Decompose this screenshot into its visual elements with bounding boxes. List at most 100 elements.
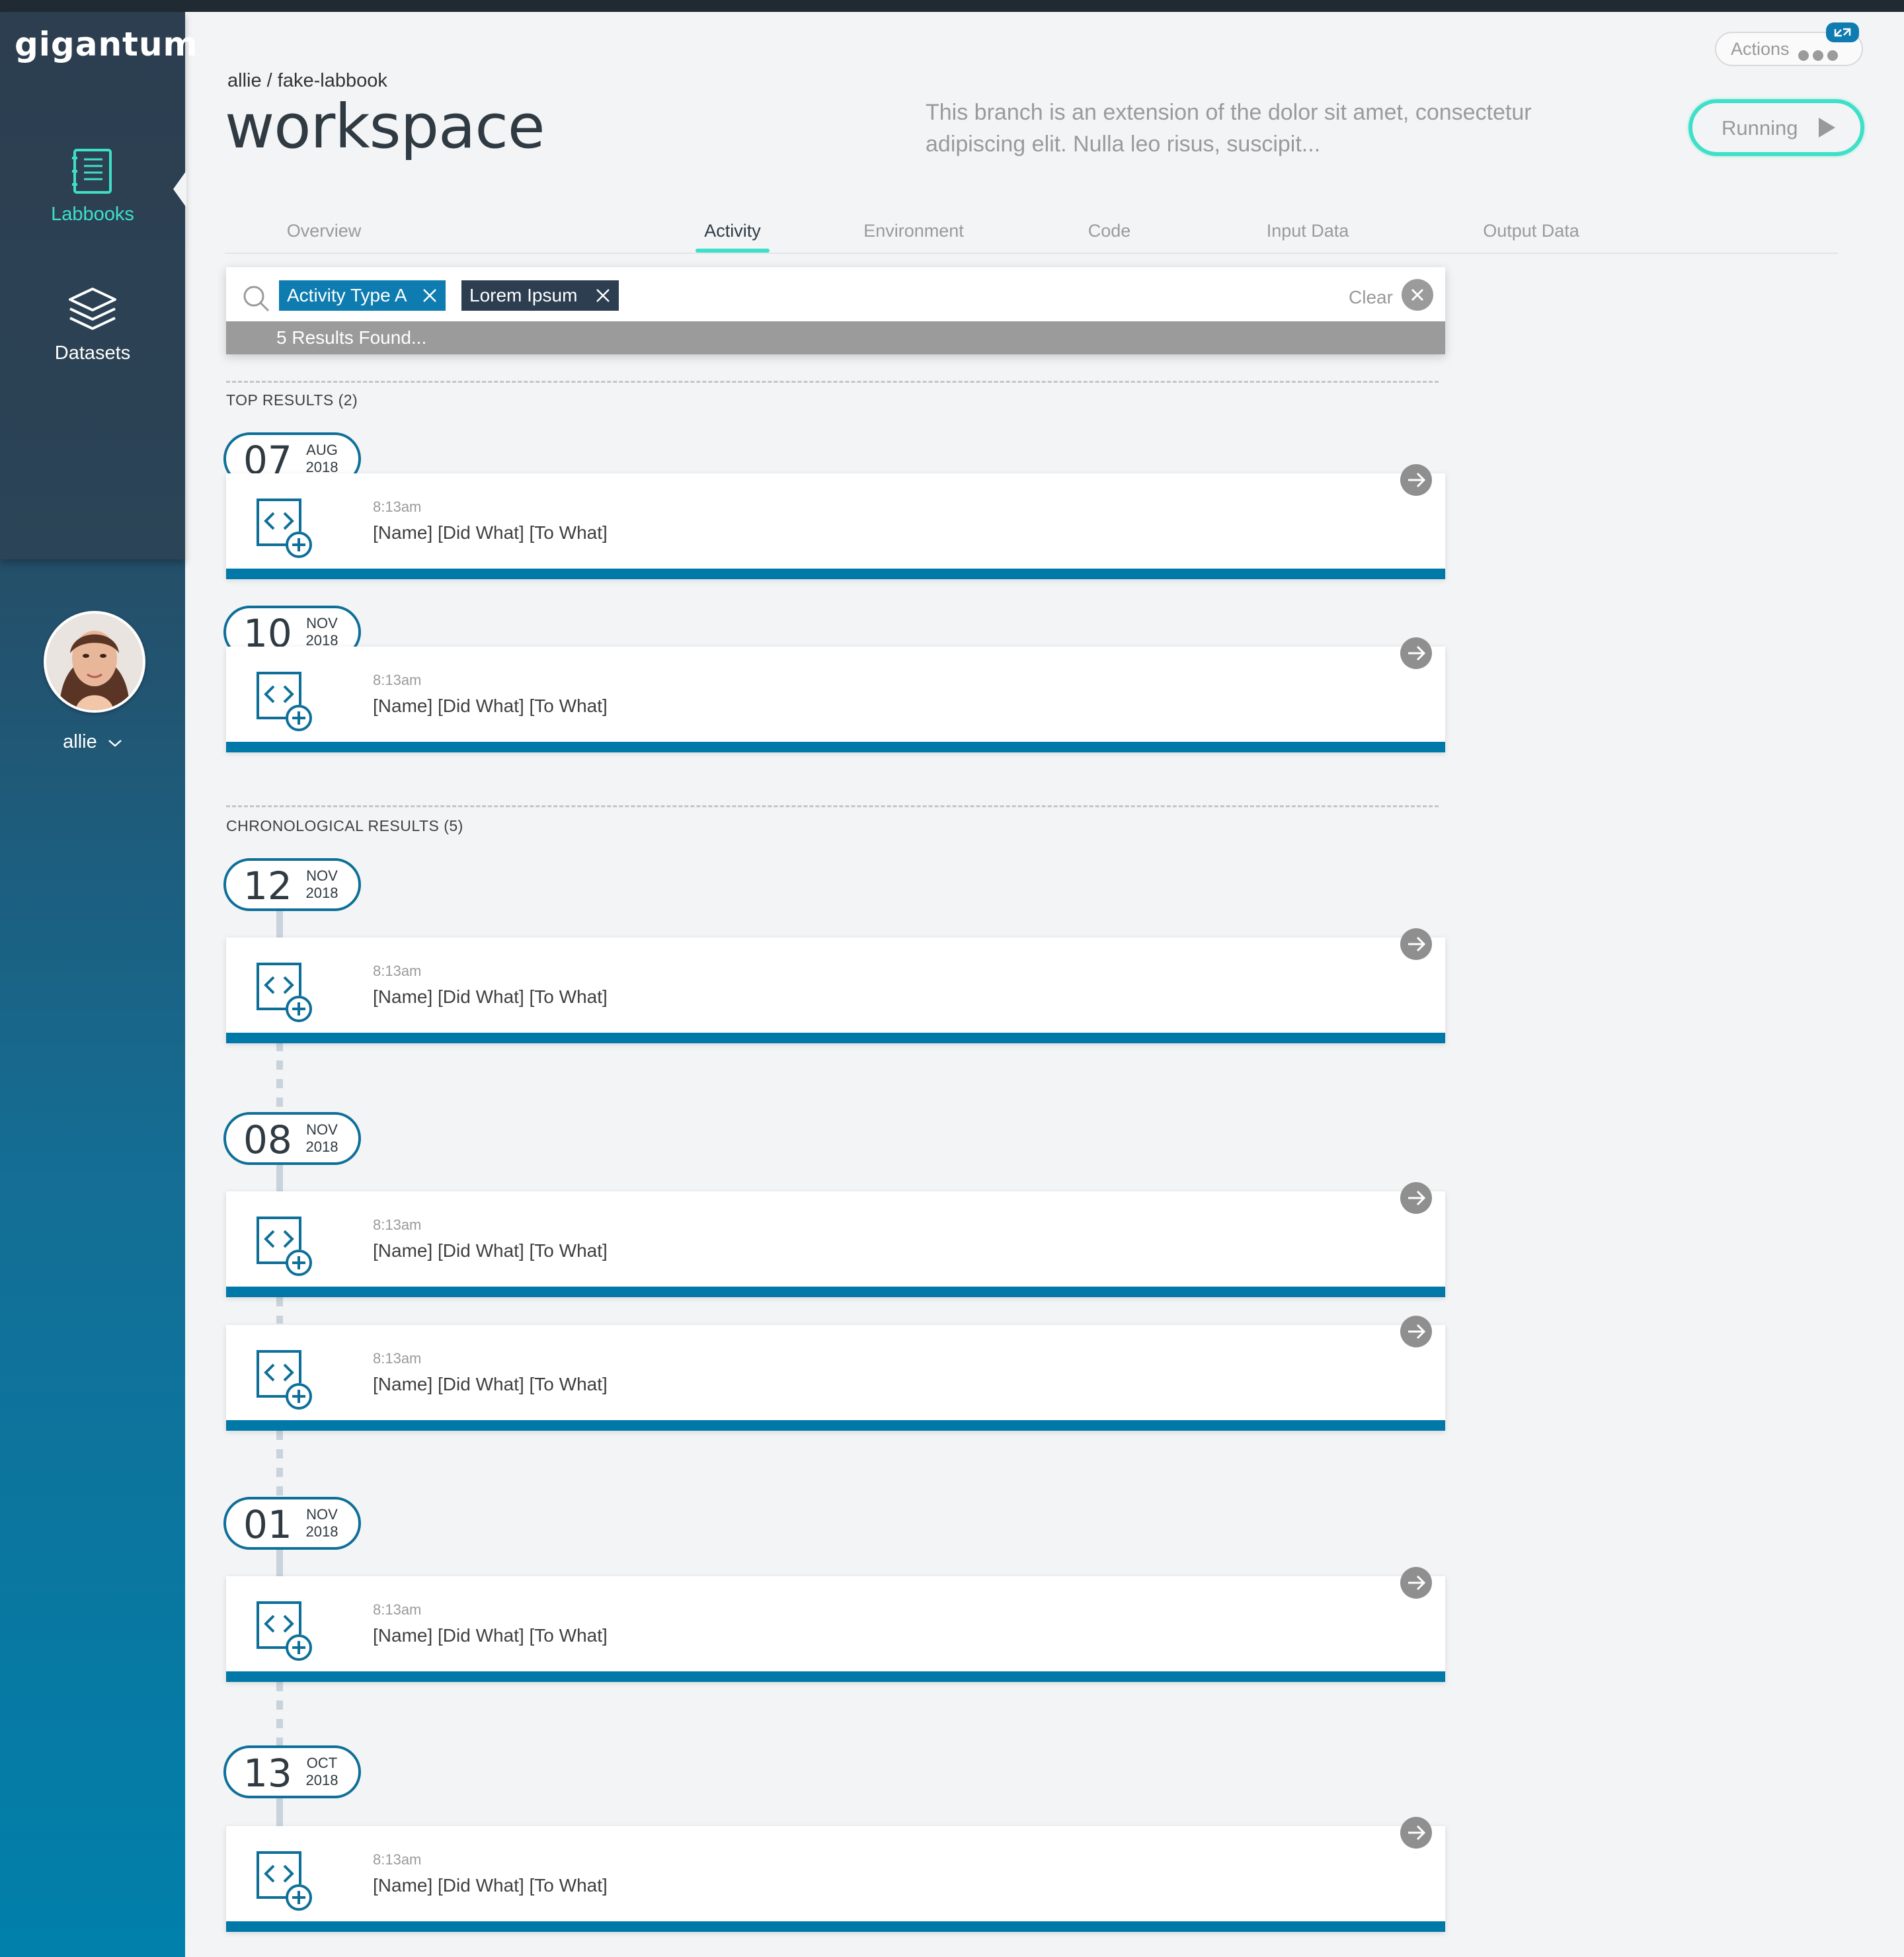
date-month: OCT [306, 1755, 338, 1771]
results-count: 5 Results Found... [276, 327, 427, 348]
date-badge: 08 NOV 2018 [223, 1112, 361, 1165]
date-badge: 13 OCT 2018 [223, 1745, 361, 1798]
section-divider [226, 381, 1439, 383]
close-icon [1411, 288, 1424, 301]
chevron-down-icon [108, 740, 122, 747]
activity-time: 8:13am [373, 963, 422, 979]
code-add-icon [257, 1601, 312, 1661]
filter-chip-label: Activity Type A [287, 285, 407, 305]
active-tab-indicator [695, 249, 770, 253]
open-arrow-button[interactable] [1400, 1182, 1432, 1214]
date-year: 2018 [305, 1772, 338, 1788]
clear-filters-button[interactable] [1402, 279, 1433, 311]
activity-card[interactable]: 8:13am [Name] [Did What] [To What] [226, 637, 1445, 752]
labbook-tabs: Overview Activity Environment Code Input… [225, 218, 1838, 254]
activity-card[interactable]: 8:13am [Name] [Did What] [To What] [226, 1567, 1445, 1682]
results-count-bar: 5 Results Found... [226, 321, 1445, 354]
timeline-connector [276, 1431, 283, 1497]
more-dots-icon [1798, 45, 1842, 65]
clear-filters-link[interactable]: Clear [1349, 287, 1393, 308]
activity-search-bar[interactable]: Activity Type A Lorem Ipsum Clear 5 Resu… [226, 267, 1445, 354]
open-arrow-button[interactable] [1400, 928, 1432, 960]
arrow-right-icon [1408, 936, 1426, 952]
timeline-connector [276, 1161, 283, 1193]
expand-icon[interactable] [1826, 22, 1859, 42]
sidebar-item-datasets[interactable]: Datasets [0, 286, 185, 364]
date-year: 2018 [305, 1138, 338, 1155]
activity-description: [Name] [Did What] [To What] [373, 986, 608, 1007]
breadcrumb-separator: / [266, 70, 272, 91]
open-arrow-button[interactable] [1400, 637, 1432, 669]
activity-time: 8:13am [373, 672, 422, 688]
play-icon [1819, 118, 1835, 138]
activity-card[interactable]: 8:13am [Name] [Did What] [To What] [226, 1182, 1445, 1297]
avatar[interactable] [44, 611, 145, 713]
code-add-icon [257, 1217, 312, 1276]
arrow-right-icon [1408, 645, 1426, 661]
window-top-bar [0, 0, 1904, 12]
sidebar-item-label: Labbooks [51, 204, 134, 225]
filter-chip-label: Lorem Ipsum [469, 285, 578, 305]
tab-input-data[interactable]: Input Data [1242, 221, 1374, 241]
timeline-connector [276, 1796, 283, 1827]
activity-card[interactable]: 8:13am [Name] [Did What] [To What] [226, 928, 1445, 1043]
activity-card[interactable]: 8:13am [Name] [Did What] [To What] [226, 464, 1445, 579]
timeline-connector [276, 1682, 283, 1748]
filter-chip[interactable]: Lorem Ipsum [461, 280, 619, 311]
container-status-button[interactable]: Running [1688, 99, 1864, 156]
close-icon[interactable] [595, 288, 611, 303]
activity-description: [Name] [Did What] [To What] [373, 1374, 608, 1394]
breadcrumb: allie / fake-labbook [227, 70, 387, 92]
sidebar-item-labbooks[interactable]: Labbooks [0, 147, 185, 225]
gigantum-logo[interactable]: gigantum [15, 25, 198, 63]
tab-output-data[interactable]: Output Data [1458, 221, 1604, 241]
arrow-right-icon [1408, 1575, 1426, 1591]
activity-time: 8:13am [373, 1601, 422, 1618]
actions-label: Actions [1731, 39, 1790, 59]
date-year: 2018 [305, 1523, 338, 1540]
date-month: NOV [306, 867, 338, 884]
tab-overview[interactable]: Overview [271, 221, 377, 241]
arrow-right-icon [1408, 1190, 1426, 1206]
breadcrumb-owner[interactable]: allie [227, 70, 262, 91]
date-day: 12 [243, 863, 292, 908]
user-menu[interactable]: allie [0, 731, 185, 753]
date-badge: 01 NOV 2018 [223, 1497, 361, 1550]
timeline-connector [276, 1042, 283, 1111]
code-add-icon [257, 672, 312, 731]
open-arrow-button[interactable] [1400, 1817, 1432, 1849]
activity-time: 8:13am [373, 1217, 422, 1233]
date-day: 08 [243, 1117, 292, 1162]
date-month: NOV [306, 615, 338, 631]
activity-card[interactable]: 8:13am [Name] [Did What] [To What] [226, 1316, 1445, 1431]
section-divider [226, 805, 1439, 807]
timeline-connector [276, 1297, 283, 1324]
code-add-icon [257, 499, 312, 558]
search-icon [243, 286, 270, 312]
activity-description: [Name] [Did What] [To What] [373, 1240, 608, 1261]
open-arrow-button[interactable] [1400, 1316, 1432, 1347]
close-icon[interactable] [422, 288, 438, 303]
active-nav-indicator [173, 171, 186, 208]
activity-description: [Name] [Did What] [To What] [373, 522, 608, 543]
chronological-results-heading: CHRONOLOGICAL RESULTS (5) [226, 817, 463, 834]
filter-chip[interactable]: Activity Type A [279, 280, 446, 311]
page-title: workspace [225, 91, 545, 162]
open-arrow-button[interactable] [1400, 1567, 1432, 1599]
open-arrow-button[interactable] [1400, 464, 1432, 496]
sidebar-nav-panel: gigantum Labbooks Datasets [0, 12, 198, 559]
breadcrumb-labbook[interactable]: fake-labbook [278, 70, 387, 91]
branch-description: This branch is an extension of the dolor… [926, 100, 1532, 157]
activity-card[interactable]: 8:13am [Name] [Did What] [To What] [226, 1817, 1445, 1932]
tab-activity[interactable]: Activity [680, 221, 785, 241]
labbook-icon [72, 149, 112, 194]
tab-environment[interactable]: Environment [834, 221, 993, 241]
date-day: 01 [243, 1502, 292, 1547]
tab-code[interactable]: Code [1070, 221, 1149, 241]
code-add-icon [257, 1851, 312, 1911]
timeline-connector [276, 1546, 283, 1578]
sidebar-item-label: Datasets [54, 342, 131, 364]
activity-time: 8:13am [373, 1851, 422, 1868]
activity-time: 8:13am [373, 499, 422, 515]
sidebar: gigantum Labbooks Datasets allie [0, 12, 198, 1957]
